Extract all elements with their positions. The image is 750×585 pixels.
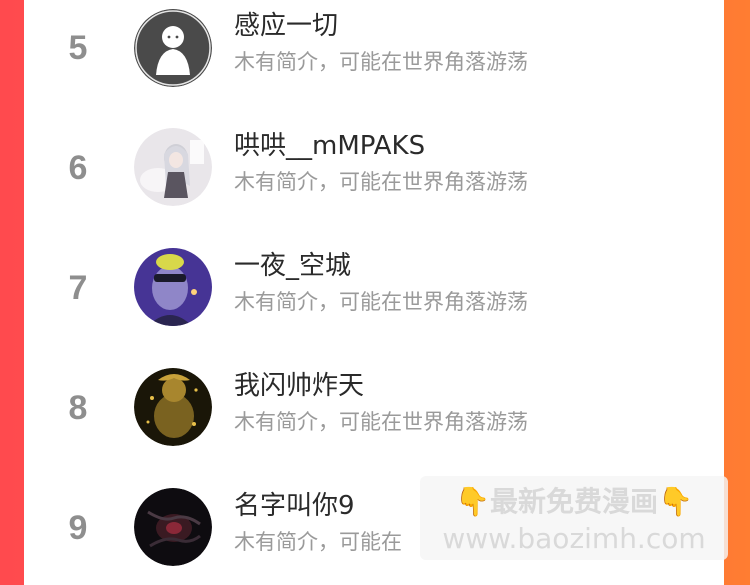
promo-title: 👇最新免费漫画👇 xyxy=(455,485,693,518)
user-bio: 木有简介，可能在世界角落游荡 xyxy=(234,410,528,434)
user-name[interactable]: 哄哄__mMPAKS xyxy=(234,130,425,162)
list-item[interactable]: 8 我闪帅炸天 木有简介，可能在世界角落游荡 xyxy=(24,360,724,460)
user-bio: 木有简介，可能在世界角落游荡 xyxy=(234,170,528,194)
avatar[interactable] xyxy=(134,248,212,326)
user-name[interactable]: 我闪帅炸天 xyxy=(234,370,364,402)
rank-number: 8 xyxy=(68,389,88,427)
promo-url: www.baozimh.com xyxy=(442,522,706,555)
list-item[interactable]: 7 一夜_空城 木有简介，可能在世界角落游荡 xyxy=(24,240,724,340)
user-bio: 木有简介，可能在世界角落游荡 xyxy=(234,290,528,314)
default-avatar-icon xyxy=(134,9,212,87)
user-bio: 木有简介，可能在 xyxy=(234,530,402,554)
user-name[interactable]: 名字叫你9 xyxy=(234,490,355,522)
avatar[interactable] xyxy=(134,128,212,206)
avatar[interactable] xyxy=(134,9,212,87)
avatar[interactable] xyxy=(134,368,212,446)
user-bio: 木有简介，可能在世界角落游荡 xyxy=(234,50,528,74)
user-name[interactable]: 感应一切 xyxy=(234,10,338,42)
list-item[interactable]: 6 哄哄__mMPAKS 木有简介，可能在世界角落游荡 xyxy=(24,120,724,220)
rank-number: 7 xyxy=(68,269,88,307)
rank-number: 5 xyxy=(68,29,88,67)
promo-watermark: 👇最新免费漫画👇 www.baozimh.com xyxy=(420,476,728,560)
list-item[interactable]: 5 感应一切 木有简介，可能在世界角落游荡 xyxy=(24,0,724,100)
user-name[interactable]: 一夜_空城 xyxy=(234,250,351,282)
rank-number: 9 xyxy=(68,509,88,547)
rank-number: 6 xyxy=(68,149,88,187)
avatar[interactable] xyxy=(134,488,212,566)
